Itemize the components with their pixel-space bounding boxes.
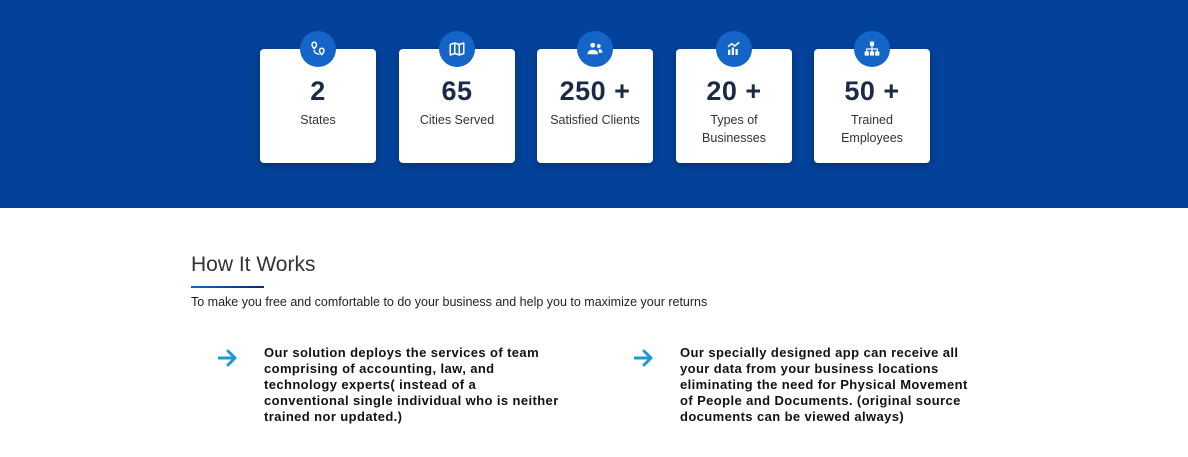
- stats-band: 2 States 65 Cities Served 250 + Satisfie…: [0, 0, 1188, 208]
- stat-card-employees: 50 + Trained Employees: [814, 31, 930, 163]
- stat-label: Types of Businesses: [702, 113, 766, 145]
- business-chart-icon: [716, 31, 752, 67]
- stat-card-states: 2 States: [260, 31, 376, 163]
- org-chart-icon: [854, 31, 890, 67]
- map-pins-icon: [300, 31, 336, 67]
- map-icon: [439, 31, 475, 67]
- section-subtitle: To make you free and comfortable to do y…: [191, 295, 708, 309]
- arrow-right-icon: [218, 349, 237, 367]
- stat-value: 50 +: [844, 76, 900, 106]
- feature-text: Our solution deploys the services of tea…: [264, 345, 559, 424]
- stat-label: Satisfied Clients: [550, 113, 640, 127]
- stat-value: 2: [310, 76, 326, 106]
- arrow-right-icon: [634, 349, 653, 367]
- stat-card-cities: 65 Cities Served: [399, 31, 515, 163]
- feature-text: Our specially designed app can receive a…: [680, 345, 968, 424]
- section-title: How It Works: [191, 253, 316, 276]
- stat-value: 250 +: [559, 76, 631, 106]
- stat-value: 20 +: [706, 76, 762, 106]
- stat-label: Cities Served: [419, 113, 495, 127]
- title-underline: [191, 286, 264, 288]
- users-icon: [577, 31, 613, 67]
- stat-label: Trained Employees: [841, 113, 903, 145]
- stat-card-clients: 250 + Satisfied Clients: [537, 31, 653, 163]
- stat-label: States: [300, 113, 336, 127]
- stat-card-businesses: 20 + Types of Businesses: [676, 31, 792, 163]
- stat-value: 65: [441, 76, 473, 106]
